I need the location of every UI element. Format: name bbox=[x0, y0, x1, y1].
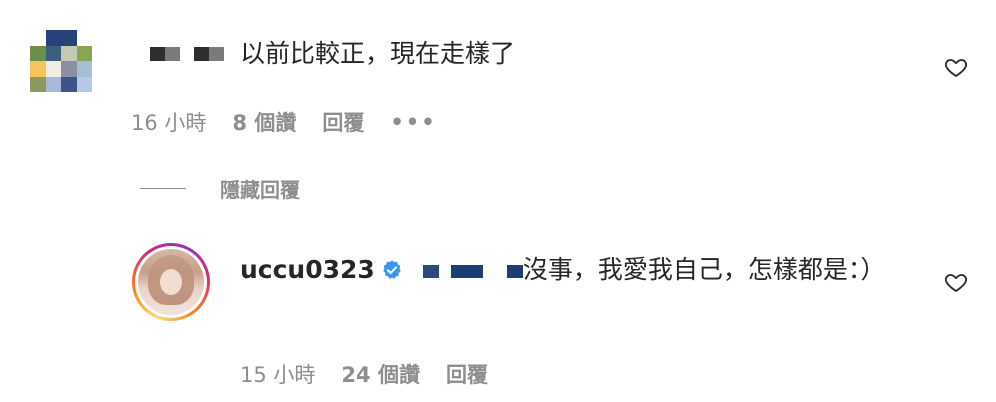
mosaic-pixel bbox=[76, 76, 92, 92]
redaction-block bbox=[165, 47, 180, 61]
like-heart-icon[interactable] bbox=[944, 55, 968, 79]
mosaic-pixel bbox=[30, 45, 46, 61]
redaction-block bbox=[450, 264, 483, 278]
reply-username[interactable]: uccu0323 bbox=[240, 255, 375, 284]
reply-meta: 15 小時 24 個讚 回覆 bbox=[240, 359, 488, 389]
comment-body: 以前比較正，現在走樣了 bbox=[240, 39, 516, 68]
mosaic-pixel bbox=[76, 30, 92, 46]
comment-likes[interactable]: 8 個讚 bbox=[232, 107, 296, 137]
mosaic-pixel bbox=[61, 61, 77, 77]
mosaic-pixel bbox=[61, 30, 77, 46]
redaction-block bbox=[506, 264, 523, 278]
reply-text: uccu0323 沒事，我愛我自己，怎樣都是：） bbox=[240, 252, 900, 288]
mosaic-pixel bbox=[30, 61, 46, 77]
hide-replies-label: 隱藏回覆 bbox=[220, 178, 300, 202]
divider bbox=[140, 188, 186, 189]
mosaic-pixel bbox=[76, 61, 92, 77]
comment-text: 以前比較正，現在走樣了 bbox=[150, 36, 515, 72]
mosaic-pixel bbox=[30, 30, 46, 46]
reply-button[interactable]: 回覆 bbox=[322, 107, 364, 137]
redaction-block bbox=[194, 47, 209, 61]
mosaic-pixel bbox=[45, 76, 61, 92]
commenter-avatar[interactable] bbox=[30, 30, 92, 92]
reply-avatar[interactable] bbox=[132, 243, 210, 321]
mosaic-pixel bbox=[76, 45, 92, 61]
redaction-block bbox=[422, 264, 439, 278]
redaction-block bbox=[150, 47, 165, 61]
mosaic-pixel bbox=[30, 76, 46, 92]
hide-replies-toggle[interactable]: 隱藏回覆 bbox=[140, 174, 300, 203]
mosaic-pixel bbox=[45, 45, 61, 61]
mosaic-pixel bbox=[61, 76, 77, 92]
mosaic-pixel bbox=[45, 61, 61, 77]
mosaic-pixel bbox=[45, 30, 61, 46]
reply-likes[interactable]: 24 個讚 bbox=[341, 359, 420, 389]
more-options-icon[interactable]: ••• bbox=[390, 110, 436, 134]
verified-badge-icon bbox=[381, 259, 403, 281]
profile-photo bbox=[138, 249, 204, 315]
redacted-username[interactable] bbox=[150, 47, 224, 61]
mosaic-pixel bbox=[61, 45, 77, 61]
like-heart-icon[interactable] bbox=[944, 270, 968, 294]
redaction-block bbox=[209, 47, 224, 61]
redacted-mention[interactable] bbox=[422, 264, 523, 278]
reply-time[interactable]: 15 小時 bbox=[240, 359, 315, 389]
reply-button[interactable]: 回覆 bbox=[446, 359, 488, 389]
reply-body: 沒事，我愛我自己，怎樣都是：） bbox=[522, 255, 886, 284]
comment-time[interactable]: 16 小時 bbox=[131, 107, 206, 137]
comment-meta: 16 小時 8 個讚 回覆 ••• bbox=[131, 107, 437, 137]
